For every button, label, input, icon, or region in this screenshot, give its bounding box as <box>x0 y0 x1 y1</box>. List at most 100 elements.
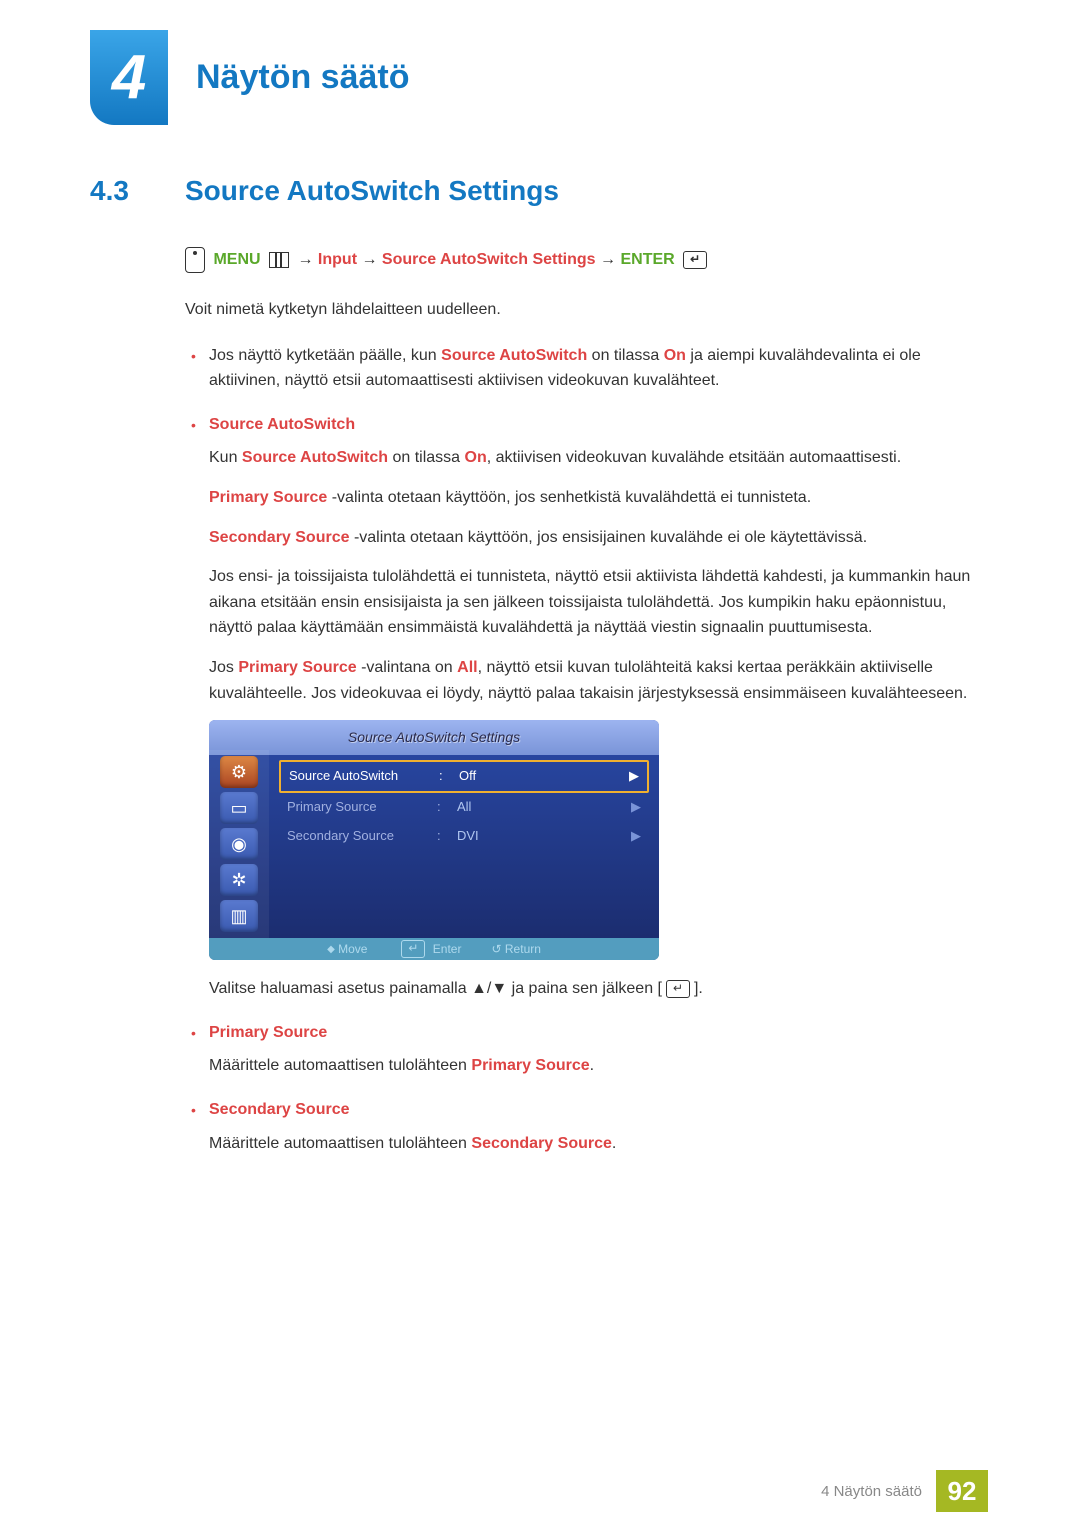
document-page: 4 Näytön säätö 4.3 Source AutoSwitch Set… <box>0 0 1080 1530</box>
body-text: Primary Source -valinta otetaan käyttöön… <box>209 485 990 511</box>
body-text: Kun Source AutoSwitch on tilassa On, akt… <box>209 445 990 471</box>
plug-icon: ⚙ <box>220 756 258 788</box>
arrow-icon: → <box>297 251 313 268</box>
body-text: Jos Primary Source -valintana on All, nä… <box>209 655 990 706</box>
term-on: On <box>664 347 686 364</box>
multi-icon: ▥ <box>220 900 258 932</box>
term-primary-source: Primary Source <box>471 1057 589 1074</box>
body-text: . <box>612 1135 616 1152</box>
body-text: Jos <box>209 659 238 676</box>
remote-icon <box>185 247 205 273</box>
picture-icon: ▭ <box>220 792 258 824</box>
osd-return-label: Return <box>505 942 541 956</box>
nav-input-label: Input <box>318 251 357 268</box>
body-text: Määrittele automaattisen tulolähteen <box>209 1135 471 1152</box>
list-item: Jos näyttö kytketään päälle, kun Source … <box>185 343 990 394</box>
osd-row-selected: Source AutoSwitch : Off ▶ <box>279 760 649 793</box>
osd-menu-list: Source AutoSwitch : Off ▶ Primary Source… <box>279 760 649 850</box>
body-text: Valitse haluamasi asetus painamalla ▲/▼ … <box>209 976 990 1002</box>
body-text: , aktiivisen videokuvan kuvalähde etsitä… <box>487 449 901 466</box>
term-primary-source: Primary Source <box>209 489 327 506</box>
term-secondary-source: Secondary Source <box>471 1135 612 1152</box>
footer-chapter-label: 4 Näytön säätö <box>821 1483 922 1500</box>
body-text: Määrittele automaattisen tulolähteen Sec… <box>209 1131 990 1157</box>
osd-move-hint: ◆ Move <box>327 940 367 959</box>
body-text: on tilassa <box>587 347 663 364</box>
chapter-title: Näytön säätö <box>196 58 410 97</box>
osd-enter-label: Enter <box>433 942 462 956</box>
body-text: -valinta otetaan käyttöön, jos senhetkis… <box>327 489 811 506</box>
osd-return-hint: ↺ Return <box>491 940 540 959</box>
up-down-icon: ▲/▼ <box>471 980 507 997</box>
sound-icon: ◉ <box>220 828 258 860</box>
term-source-autoswitch: Source AutoSwitch <box>441 347 587 364</box>
nav-enter-label: ENTER <box>620 251 674 268</box>
body-text: Määrittele automaattisen tulolähteen <box>209 1057 471 1074</box>
enter-icon <box>666 980 690 998</box>
body-text: ja paina sen jälkeen [ <box>507 980 662 997</box>
osd-move-label: Move <box>338 942 367 956</box>
colon: : <box>437 826 457 847</box>
term-primary-source: Primary Source <box>238 659 356 676</box>
content-body: MENU → Input → Source AutoSwitch Setting… <box>185 247 990 1156</box>
body-text: ]. <box>694 980 703 997</box>
body-text: -valinta otetaan käyttöön, jos ensisijai… <box>350 529 868 546</box>
section-header: 4.3 Source AutoSwitch Settings <box>90 175 990 207</box>
colon: : <box>439 766 459 787</box>
osd-enter-hint: Enter <box>397 940 461 959</box>
osd-row-value: DVI <box>457 826 517 847</box>
body-text: Kun <box>209 449 242 466</box>
play-icon: ▶ <box>629 766 639 787</box>
chapter-header: 4 Näytön säätö <box>90 30 410 125</box>
osd-screenshot: Source AutoSwitch Settings ⚙ ▭ ◉ ✲ ▥ Sou… <box>209 720 659 960</box>
body-text: Valitse haluamasi asetus painamalla <box>209 980 471 997</box>
body-text: Määrittele automaattisen tulolähteen Pri… <box>209 1053 990 1079</box>
page-footer: 4 Näytön säätö 92 <box>821 1470 988 1512</box>
diamond-icon: ◆ <box>327 944 335 955</box>
osd-sidebar: ⚙ ▭ ◉ ✲ ▥ <box>209 750 269 938</box>
section-number: 4.3 <box>90 175 185 207</box>
nav-menu-label: MENU <box>213 251 260 268</box>
menu-navigation-path: MENU → Input → Source AutoSwitch Setting… <box>185 247 990 273</box>
colon: : <box>437 797 457 818</box>
osd-row-label: Secondary Source <box>287 826 437 847</box>
osd-row: Primary Source : All ▶ <box>279 793 649 822</box>
play-icon: ▶ <box>631 797 641 818</box>
arrow-icon: → <box>361 251 377 268</box>
body-text: . <box>590 1057 594 1074</box>
osd-title: Source AutoSwitch Settings <box>209 720 659 754</box>
body-text: -valintana on <box>357 659 458 676</box>
osd-row-label: Source AutoSwitch <box>289 766 439 787</box>
list-item: Source AutoSwitch Kun Source AutoSwitch … <box>185 412 990 1002</box>
section-title: Source AutoSwitch Settings <box>185 175 559 207</box>
enter-icon <box>683 251 707 269</box>
chapter-number-badge: 4 <box>90 30 168 125</box>
return-icon: ↺ <box>491 942 501 956</box>
osd-row-value: Off <box>459 766 519 787</box>
osd-footer: ◆ Move Enter ↺ Return <box>209 938 659 960</box>
list-item: Primary Source Määrittele automaattisen … <box>185 1020 990 1079</box>
heading-source-autoswitch: Source AutoSwitch <box>209 416 355 433</box>
page-number: 92 <box>936 1470 988 1512</box>
body-text: on tilassa <box>388 449 464 466</box>
arrow-icon: → <box>600 251 616 268</box>
enter-icon <box>401 940 425 958</box>
menu-icon <box>269 252 289 268</box>
nav-target-label: Source AutoSwitch Settings <box>382 251 596 268</box>
term-source-autoswitch: Source AutoSwitch <box>242 449 388 466</box>
osd-row-value: All <box>457 797 517 818</box>
settings-icon: ✲ <box>220 864 258 896</box>
term-on: On <box>465 449 487 466</box>
osd-row-label: Primary Source <box>287 797 437 818</box>
play-icon: ▶ <box>631 826 641 847</box>
list-item: Secondary Source Määrittele automaattise… <box>185 1097 990 1156</box>
term-all: All <box>457 659 477 676</box>
body-text: Jos ensi- ja toissijaista tulolähdettä e… <box>209 564 990 641</box>
intro-text: Voit nimetä kytketyn lähdelaitteen uudel… <box>185 297 990 323</box>
osd-row: Secondary Source : DVI ▶ <box>279 822 649 851</box>
body-text: Jos näyttö kytketään päälle, kun <box>209 347 441 364</box>
heading-secondary-source: Secondary Source <box>209 1101 350 1118</box>
heading-primary-source: Primary Source <box>209 1024 327 1041</box>
body-text: Secondary Source -valinta otetaan käyttö… <box>209 525 990 551</box>
term-secondary-source: Secondary Source <box>209 529 350 546</box>
